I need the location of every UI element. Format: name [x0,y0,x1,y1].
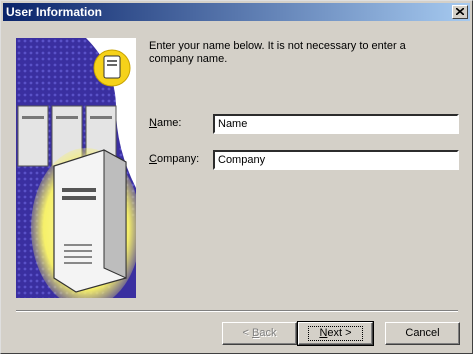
cancel-button[interactable]: Cancel [385,322,460,345]
separator [16,310,458,312]
database-icon [103,55,121,79]
server-illustration [16,38,136,298]
name-field[interactable] [213,114,459,134]
intro-text: Enter your name below. It is not necessa… [149,40,406,65]
next-button[interactable]: Next > [297,321,374,346]
wizard-side-image [16,38,136,298]
company-field[interactable] [213,150,459,170]
company-label: Company: [149,153,200,165]
window-title: User Information [6,5,103,19]
title-bar: User Information [3,3,470,21]
close-icon [456,8,464,15]
name-label: Name: [149,117,182,129]
back-button[interactable]: < Back [222,322,297,345]
close-button[interactable] [452,5,468,19]
